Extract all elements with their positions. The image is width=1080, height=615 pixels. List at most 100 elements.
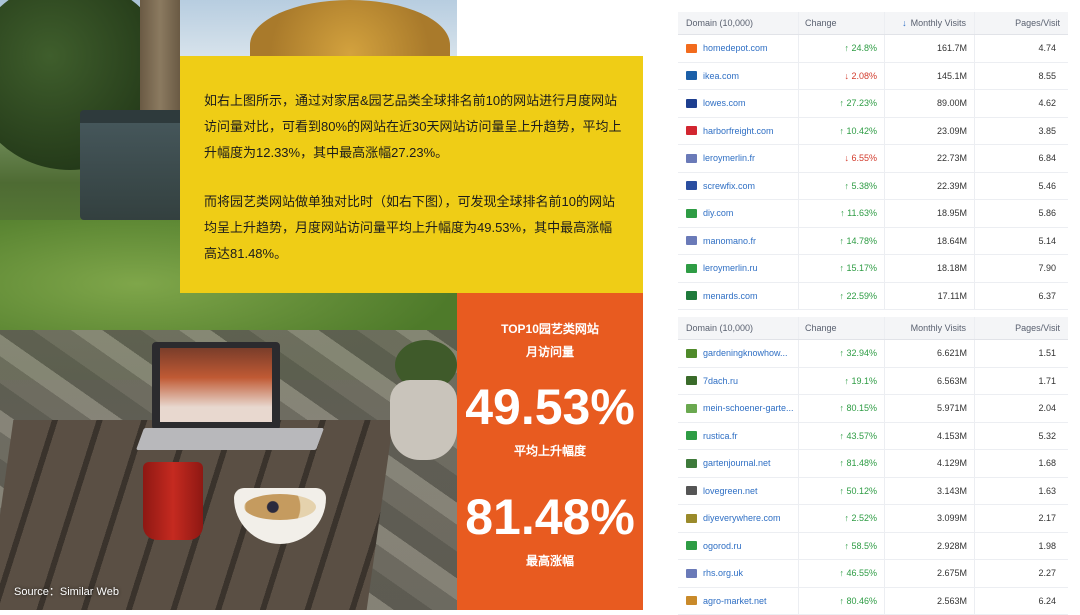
domain-link[interactable]: leroymerlin.fr <box>703 153 755 163</box>
domain-link[interactable]: screwfix.com <box>703 181 755 191</box>
column-monthly-visits[interactable]: ↓ Monthly Visits <box>884 12 974 34</box>
change-value: 5.38% <box>851 181 877 191</box>
table-row: ogorod.ru ↑ 58.5% 2.928M1.98 <box>678 533 1068 561</box>
column-pages-per-visit[interactable]: Pages/Visit <box>974 12 1068 34</box>
change-value: 6.55% <box>851 153 877 163</box>
monthly-visits-cell: 22.73M <box>884 145 974 172</box>
domain-cell: manomano.fr <box>678 228 798 255</box>
change-cell: ↑ 10.42% <box>798 118 884 145</box>
change-value: 50.12% <box>846 486 877 496</box>
gardeningknowhow-icon <box>686 349 697 358</box>
change-value: 32.94% <box>846 348 877 358</box>
domain-link[interactable]: ogorod.ru <box>703 541 742 551</box>
photo-red-mug <box>143 462 203 540</box>
arrow-up-icon: ↑ <box>839 568 846 578</box>
arrow-up-icon: ↑ <box>844 541 851 551</box>
domain-link[interactable]: diyeverywhere.com <box>703 513 781 523</box>
arrow-up-icon: ↑ <box>839 486 846 496</box>
domain-link[interactable]: rhs.org.uk <box>703 568 743 578</box>
diyeverywhere-icon <box>686 514 697 523</box>
column-domain[interactable]: Domain (10,000) <box>678 12 798 34</box>
summary-paragraph-2: 而将园艺类网站做单独对比时（如右下图），可发现全球排名前10的网站均呈上升趋势，… <box>204 189 623 267</box>
domain-link[interactable]: gardeningknowhow... <box>703 348 788 358</box>
arrow-up-icon: ↑ <box>844 513 851 523</box>
change-value: 2.08% <box>851 71 877 81</box>
table-row: lovegreen.net↑ 50.12%3.143M1.63 <box>678 478 1068 506</box>
table-row: agro-market.net↑ 80.46%2.563M6.24 <box>678 588 1068 615</box>
change-value: 43.57% <box>846 431 877 441</box>
monthly-visits-cell: 2.928M <box>884 533 974 560</box>
pages-per-visit-cell: 1.98 <box>974 533 1068 560</box>
domain-link[interactable]: agro-market.net <box>703 596 767 606</box>
change-cell: ↑ 32.94% <box>798 340 884 367</box>
monthly-visits-cell: 89.00M <box>884 90 974 117</box>
domain-link[interactable]: lovegreen.net <box>703 486 758 496</box>
photo-laptop-base <box>136 428 324 450</box>
ogorod-icon <box>686 541 697 550</box>
change-cell: ↑ 15.17% <box>798 255 884 282</box>
domain-link[interactable]: leroymerlin.ru <box>703 263 758 273</box>
table-row: lowes.com↑ 27.23%89.00M4.62 <box>678 90 1068 118</box>
column-change[interactable]: Change <box>798 317 884 339</box>
pages-per-visit-cell: 8.55 <box>974 63 1068 90</box>
domain-link[interactable]: rustica.fr <box>703 431 738 441</box>
arrow-up-icon: ↑ <box>839 458 846 468</box>
change-value: 81.48% <box>846 458 877 468</box>
domain-link[interactable]: manomano.fr <box>703 236 756 246</box>
gardening-table: Domain (10,000) Change Monthly Visits Pa… <box>678 317 1068 615</box>
photo-gazebo <box>80 110 190 220</box>
monthly-visits-cell: 17.11M <box>884 283 974 310</box>
domain-link[interactable]: harborfreight.com <box>703 126 774 136</box>
pages-per-visit-cell: 5.46 <box>974 173 1068 200</box>
domain-cell: agro-market.net <box>678 588 798 615</box>
change-cell: ↑ 22.59% <box>798 283 884 310</box>
monthly-visits-cell: 22.39M <box>884 173 974 200</box>
7dach-icon <box>686 376 697 385</box>
table-row: rhs.org.uk↑ 46.55%2.675M2.27 <box>678 560 1068 588</box>
domain-link[interactable]: menards.com <box>703 291 758 301</box>
domain-link[interactable]: gartenjournal.net <box>703 458 771 468</box>
change-value: 58.5% <box>851 541 877 551</box>
agromarket-icon <box>686 596 697 605</box>
monthly-visits-cell: 4.129M <box>884 450 974 477</box>
domain-link[interactable]: 7dach.ru <box>703 376 738 386</box>
homedepot-icon <box>686 44 697 53</box>
column-domain[interactable]: Domain (10,000) <box>678 317 798 339</box>
table-row: diy.com↑ 11.63%18.95M5.86 <box>678 200 1068 228</box>
domain-link[interactable]: mein-schoener-garte... <box>703 403 794 413</box>
monthly-visits-cell: 18.95M <box>884 200 974 227</box>
pages-per-visit-cell: 2.04 <box>974 395 1068 422</box>
table-body: gardeningknowhow...↑ 32.94%6.621M1.517da… <box>678 340 1068 615</box>
domain-link[interactable]: diy.com <box>703 208 733 218</box>
change-cell: ↑ 50.12% <box>798 478 884 505</box>
stat-max-value: 81.48% <box>457 489 643 545</box>
table-row: 7dach.ru↑ 19.1%6.563M1.71 <box>678 368 1068 396</box>
change-value: 2.52% <box>851 513 877 523</box>
change-value: 14.78% <box>846 236 877 246</box>
globe-icon <box>686 154 697 163</box>
table-row: manomano.fr↑ 14.78%18.64M5.14 <box>678 228 1068 256</box>
sort-arrow-icon[interactable]: ↓ <box>902 18 907 28</box>
change-value: 24.8% <box>851 43 877 53</box>
pages-per-visit-cell: 2.27 <box>974 560 1068 587</box>
monthly-visits-cell: 6.621M <box>884 340 974 367</box>
pages-per-visit-cell: 1.63 <box>974 478 1068 505</box>
monthly-visits-cell: 161.7M <box>884 35 974 62</box>
arrow-up-icon: ↑ <box>839 596 846 606</box>
column-change[interactable]: Change <box>798 12 884 34</box>
change-cell: ↑ 80.46% <box>798 588 884 615</box>
monthly-visits-cell: 23.09M <box>884 118 974 145</box>
domain-link[interactable]: homedepot.com <box>703 43 768 53</box>
domain-cell: rustica.fr <box>678 423 798 450</box>
domain-link[interactable]: lowes.com <box>703 98 746 108</box>
column-monthly-visits[interactable]: Monthly Visits <box>884 317 974 339</box>
table-row: harborfreight.com↑ 10.42%23.09M3.85 <box>678 118 1068 146</box>
arrow-up-icon: ↑ <box>839 291 846 301</box>
home-garden-table: Domain (10,000) Change ↓ Monthly Visits … <box>678 12 1068 310</box>
change-value: 46.55% <box>846 568 877 578</box>
domain-cell: lovegreen.net <box>678 478 798 505</box>
domain-link[interactable]: ikea.com <box>703 71 739 81</box>
domain-cell: ikea.com <box>678 63 798 90</box>
pages-per-visit-cell: 5.14 <box>974 228 1068 255</box>
column-pages-per-visit[interactable]: Pages/Visit <box>974 317 1068 339</box>
